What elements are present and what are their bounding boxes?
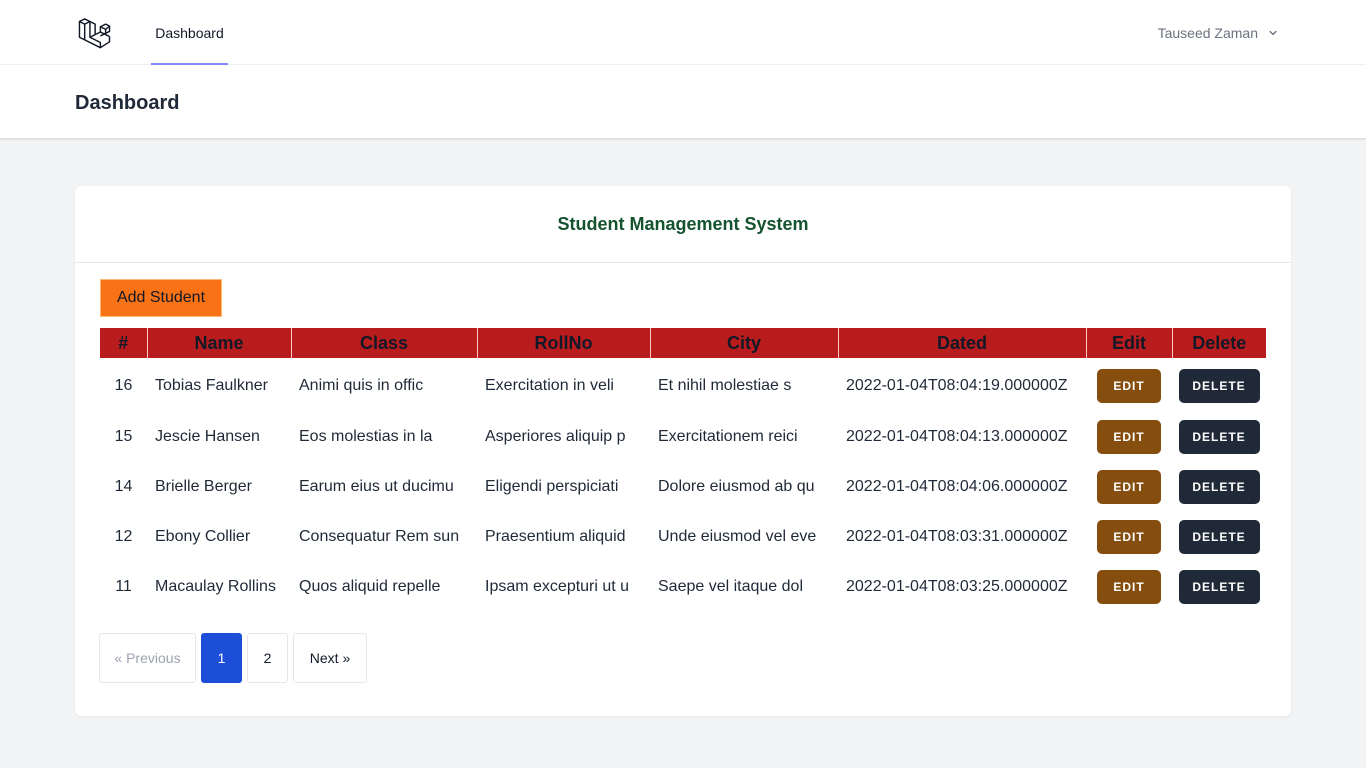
- delete-button[interactable]: DELETE: [1178, 368, 1260, 403]
- user-name: Tauseed Zaman: [1157, 25, 1258, 41]
- edit-button[interactable]: EDIT: [1097, 520, 1161, 554]
- cell-rollno: Exercitation in veli: [485, 376, 614, 394]
- cell-delete: DELETE: [1172, 512, 1266, 562]
- cell-edit: EDIT: [1086, 462, 1172, 512]
- column-header-city: City: [649, 328, 838, 358]
- delete-button[interactable]: DELETE: [1178, 570, 1260, 604]
- column-header-rollno: RollNo: [476, 328, 650, 358]
- cell-city: Saepe vel itaque dol: [658, 578, 803, 595]
- cell-name: Macaulay Rollins: [155, 578, 276, 595]
- cell-name: Brielle Berger: [155, 478, 252, 495]
- column-header-dated: Dated: [837, 328, 1086, 358]
- cell-class: Earum eius ut ducimu: [299, 478, 454, 495]
- cell-edit: EDIT: [1086, 412, 1172, 462]
- cell-delete: DELETE: [1172, 562, 1266, 612]
- cell-rollno: Ipsam excepturi ut u: [485, 578, 630, 595]
- cell-class: Animi quis in offic: [299, 376, 424, 394]
- cell-rollno: Eligendi perspiciati: [485, 478, 619, 495]
- cell-class: Consequatur Rem sun: [299, 528, 460, 545]
- user-menu-dropdown[interactable]: Tauseed Zaman: [1158, 22, 1280, 44]
- cell-name: Ebony Collier: [155, 528, 251, 545]
- cell-dated: 2022-01-04T08:04:06.000000Z: [846, 478, 1068, 495]
- delete-button[interactable]: DELETE: [1178, 420, 1260, 454]
- edit-button[interactable]: EDIT: [1097, 470, 1161, 504]
- cell-dated: 2022-01-04T08:03:25.000000Z: [846, 578, 1068, 595]
- table-header-row: # Name Class RollNo City Dated Edit Dele…: [100, 328, 1266, 358]
- cell-city: Et nihil molestiae s: [658, 376, 792, 394]
- cell-delete: DELETE: [1172, 412, 1266, 462]
- edit-button[interactable]: EDIT: [1097, 368, 1161, 403]
- card-title: Student Management System: [75, 186, 1291, 263]
- page-header: Dashboard: [0, 65, 1366, 138]
- cell-rollno: Praesentium aliquid: [485, 528, 626, 545]
- chevron-down-icon: [1269, 30, 1277, 36]
- laravel-logo-icon[interactable]: [78, 15, 111, 49]
- cell-delete: DELETE: [1172, 462, 1266, 512]
- column-header-delete: Delete: [1171, 328, 1266, 358]
- cell-city: Unde eiusmod vel eve: [658, 528, 817, 545]
- pagination: « Previous 1 2 Next »: [99, 633, 367, 683]
- cell-id: 11: [115, 578, 132, 595]
- page-title: Dashboard: [75, 92, 180, 114]
- table-row: 11 Macaulay Rollins Quos aliquid repelle…: [100, 562, 1266, 612]
- cell-edit: EDIT: [1086, 358, 1172, 412]
- delete-button[interactable]: DELETE: [1178, 470, 1260, 504]
- cell-edit: EDIT: [1086, 512, 1172, 562]
- cell-delete: DELETE: [1172, 358, 1266, 412]
- table-row: 16 Tobias Faulkner Animi quis in offic E…: [100, 358, 1266, 412]
- cell-class: Quos aliquid repelle: [299, 578, 441, 595]
- table-row: 12 Ebony Collier Consequatur Rem sun Pra…: [100, 512, 1266, 562]
- cell-dated: 2022-01-04T08:03:31.000000Z: [846, 528, 1068, 545]
- cell-class: Eos molestias in la: [299, 428, 433, 445]
- pagination-page-2[interactable]: 2: [247, 633, 288, 683]
- cell-dated: 2022-01-04T08:04:19.000000Z: [846, 376, 1068, 394]
- column-header-number: #: [100, 328, 147, 358]
- table-row: 15 Jescie Hansen Eos molestias in la Asp…: [100, 412, 1266, 462]
- delete-button[interactable]: DELETE: [1178, 520, 1260, 554]
- cell-city: Dolore eiusmod ab qu: [658, 478, 815, 495]
- cell-edit: EDIT: [1086, 562, 1172, 612]
- column-header-edit: Edit: [1085, 328, 1172, 358]
- cell-name: Jescie Hansen: [155, 428, 260, 445]
- student-management-card: Student Management System Add Student # …: [75, 186, 1291, 716]
- cell-id: 14: [114, 478, 133, 495]
- pagination-previous: « Previous: [99, 633, 196, 683]
- table-row: 14 Brielle Berger Earum eius ut ducimu E…: [100, 462, 1266, 512]
- cell-name: Tobias Faulkner: [155, 376, 268, 394]
- column-header-class: Class: [290, 328, 477, 358]
- cell-id: 12: [114, 528, 133, 545]
- cell-id: 15: [114, 428, 133, 445]
- top-navigation-bar: Dashboard Tauseed Zaman: [0, 0, 1366, 65]
- cell-city: Exercitationem reici: [658, 428, 798, 445]
- nav-link-dashboard[interactable]: Dashboard: [151, 0, 228, 65]
- cell-rollno: Asperiores aliquip p: [485, 428, 626, 445]
- pagination-next[interactable]: Next »: [293, 633, 367, 683]
- cell-id: 16: [114, 376, 133, 394]
- students-table: # Name Class RollNo City Dated Edit Dele…: [100, 328, 1266, 612]
- pagination-page-1[interactable]: 1: [201, 633, 242, 683]
- column-header-name: Name: [146, 328, 291, 358]
- edit-button[interactable]: EDIT: [1097, 420, 1161, 454]
- edit-button[interactable]: EDIT: [1097, 570, 1161, 604]
- cell-dated: 2022-01-04T08:04:13.000000Z: [846, 428, 1068, 445]
- add-student-button[interactable]: Add Student: [100, 279, 222, 317]
